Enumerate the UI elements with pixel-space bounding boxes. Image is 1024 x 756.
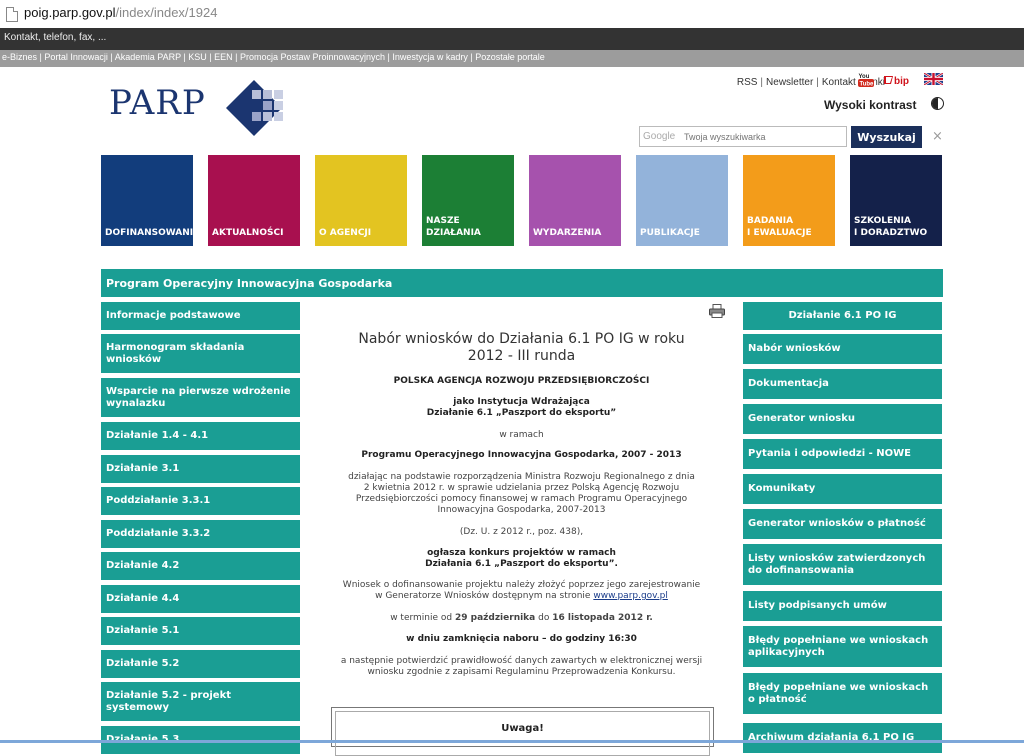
notice-title: Uwaga! [501,723,544,734]
right-nav-item[interactable]: Listy podpisanych umów [743,591,942,621]
left-nav-item[interactable]: Wsparcie na pierwsze wdrożenie wynalazku [101,378,300,417]
role-line-2: Działanie 6.1 „Paszport do eksportu” [426,408,617,418]
tile-label: BADANIA I EWALUACJE [747,216,812,238]
term-to: 16 listopada 2012 r. [552,613,653,623]
english-flag-icon[interactable] [924,73,943,85]
tile-wydarzenia[interactable]: WYDARZENIA [529,155,621,246]
contact-bar: Kontakt, telefon, fax, ... [0,28,1024,50]
term-line: w terminie od 29 października do 16 list… [305,613,738,624]
parp-logo-text[interactable]: PARP [109,83,206,123]
tile-badania-i-ewaluacje[interactable]: BADANIA I EWALUACJE [743,155,835,246]
url-path: /index/index/1924 [115,5,218,20]
right-nav-item[interactable]: Błędy popełniane we wnioskach aplikacyjn… [743,626,942,667]
left-nav-item[interactable]: Informacje podstawowe [101,302,300,330]
article-title-line-2: 2012 - III runda [467,348,576,364]
left-nav-item[interactable]: Działanie 4.4 [101,585,300,613]
contact-link[interactable]: Kontakt, telefon, fax, ... [4,32,106,43]
high-contrast-link[interactable]: Wysoki kontrast [824,98,916,112]
apply-line-2-text: w Generatorze Wniosków dostępnym na stro… [375,591,594,601]
closing-time: w dniu zamknięcia naboru – do godziny 16… [406,634,637,644]
announce-line-2: Działania 6.1 „Paszport do eksportu”. [425,559,618,569]
tile-szkolenia-i-doradztwo[interactable]: SZKOLENIA I DORADZTWO [850,155,942,246]
right-nav-item[interactable]: Generator wniosków o płatność [743,509,942,539]
google-brand-text: Google [643,131,676,142]
left-nav-item[interactable]: Działanie 1.4 - 4.1 [101,422,300,450]
apply-line-2: w Generatorze Wniosków dostępnym na stro… [305,591,738,602]
tile-aktualnosci[interactable]: AKTUALNOŚCI [208,155,300,246]
in-frame-text: w ramach [499,430,544,440]
search-button[interactable]: Wyszukaj [851,126,922,148]
left-nav-item[interactable]: Harmonogram składania wniosków [101,334,300,373]
role-line-1: jako Instytucja Wdrażająca [453,397,590,407]
kontakt-link[interactable]: Kontakt [822,77,856,88]
article-title-line-1: Nabór wniosków do Działania 6.1 PO IG w … [358,331,685,347]
left-nav-item[interactable]: Poddziałanie 3.3.2 [101,520,300,548]
left-nav-item[interactable]: Działanie 5.2 [101,650,300,678]
parp-website-link[interactable]: www.parp.gov.pl [593,591,668,601]
right-nav-header[interactable]: Działanie 6.1 PO IG [743,302,942,330]
printer-icon[interactable] [709,304,725,318]
top-links: RSS|Newsletter|Kontakt|Linki [736,77,885,88]
program-bar[interactable]: Program Operacyjny Innowacyjna Gospodark… [101,269,943,297]
url-text[interactable]: poig.parp.gov.pl/index/index/1924 [24,5,217,20]
right-nav-item[interactable]: Błędy popełniane we wnioskach o płatność [743,673,942,714]
right-nav-item[interactable]: Nabór wniosków [743,334,942,364]
journal-reference: (Dz. U. z 2012 r., poz. 438), [459,527,584,537]
tile-dofinansowanie[interactable]: DOFINANSOWANIE [101,155,199,246]
tile-label: PUBLIKACJE [640,228,700,238]
tile-label: AKTUALNOŚCI [212,228,284,238]
basis-line-2: 2 kwietnia 2012 r. w sprawie udzielania … [363,483,680,493]
basis-line-3: Przedsiębiorczości pomocy finansowej w r… [355,494,688,504]
term-from: 29 października [454,613,536,623]
program-name: Programu Operacyjnego Innowacyjna Gospod… [361,450,682,460]
page-icon [6,7,18,22]
url-host: poig.parp.gov.pl [24,5,116,20]
announce-line-1: ogłasza konkurs projektów w ramach [427,548,616,558]
term-mid: do [535,613,553,623]
address-bar[interactable]: poig.parp.gov.pl/index/index/1924 [0,0,1024,29]
left-nav-item[interactable]: Działanie 4.2 [101,552,300,580]
right-nav-item[interactable]: Dokumentacja [743,369,942,399]
tile-label: O AGENCJI [319,228,372,238]
left-nav-item[interactable]: Działanie 3.1 [101,455,300,483]
tile-publikacje[interactable]: PUBLIKACJE [636,155,728,246]
rss-link[interactable]: RSS [737,77,758,88]
basis-line-1: działając na podstawie rozporządzenia Mi… [348,472,695,482]
right-nav-item[interactable]: Generator wniosku [743,404,942,434]
contrast-icon[interactable] [931,97,944,110]
basis-line-4: Innowacyjna Gospodarka, 2007-2013 [437,505,606,515]
portals-links[interactable]: e-Biznes | Portal Innowacji | Akademia P… [2,52,545,62]
tile-label: DOFINANSOWANIE [105,228,200,238]
term-prefix: w terminie od [390,613,455,623]
right-nav-item[interactable]: Listy wniosków zatwierdzonych do dofinan… [743,544,942,585]
right-nav-item[interactable]: Pytania i odpowiedzi - NOWE [743,439,942,469]
tile-o-agencji[interactable]: O AGENCJI [315,155,407,246]
confirm-line-2: wniosku zgodnie z zapisami Regulaminu Pr… [367,667,676,677]
tile-nasze-dzialania[interactable]: NASZE DZIAŁANIA [422,155,514,246]
portals-bar: e-Biznes | Portal Innowacji | Akademia P… [0,50,1024,67]
search-box[interactable]: Google [639,126,848,147]
right-nav-item[interactable]: Komunikaty [743,474,942,504]
agency-name: POLSKA AGENCJA ROZWOJU PRZEDSIĘBIORCZOŚC… [393,376,650,386]
search-input[interactable] [680,127,848,146]
confirm-line-1: a następnie potwierdzić prawidłowość dan… [340,656,703,666]
bip-icon[interactable]: bip [884,74,914,86]
tile-label: SZKOLENIA I DORADZTWO [854,216,928,238]
apply-line-1: Wniosek o dofinansowanie projektu należy… [342,580,701,590]
svg-text:bip: bip [894,76,909,86]
parp-logo-icon[interactable] [222,76,290,140]
close-icon[interactable]: × [932,129,943,144]
youtube-icon[interactable]: You Tube [858,72,874,87]
tile-label: WYDARZENIA [533,228,602,238]
left-nav-item[interactable]: Działanie 5.2 - projekt systemowy [101,682,300,721]
svg-text:Tube: Tube [860,82,875,88]
newsletter-link[interactable]: Newsletter [766,77,813,88]
left-nav-item[interactable]: Działanie 5.1 [101,617,300,645]
program-bar-title: Program Operacyjny Innowacyjna Gospodark… [106,277,393,290]
tile-label: NASZE DZIAŁANIA [426,216,481,238]
right-nav-item[interactable]: Archiwum działania 6.1 PO IG [743,723,942,753]
left-nav-item[interactable]: Poddziałanie 3.3.1 [101,487,300,515]
